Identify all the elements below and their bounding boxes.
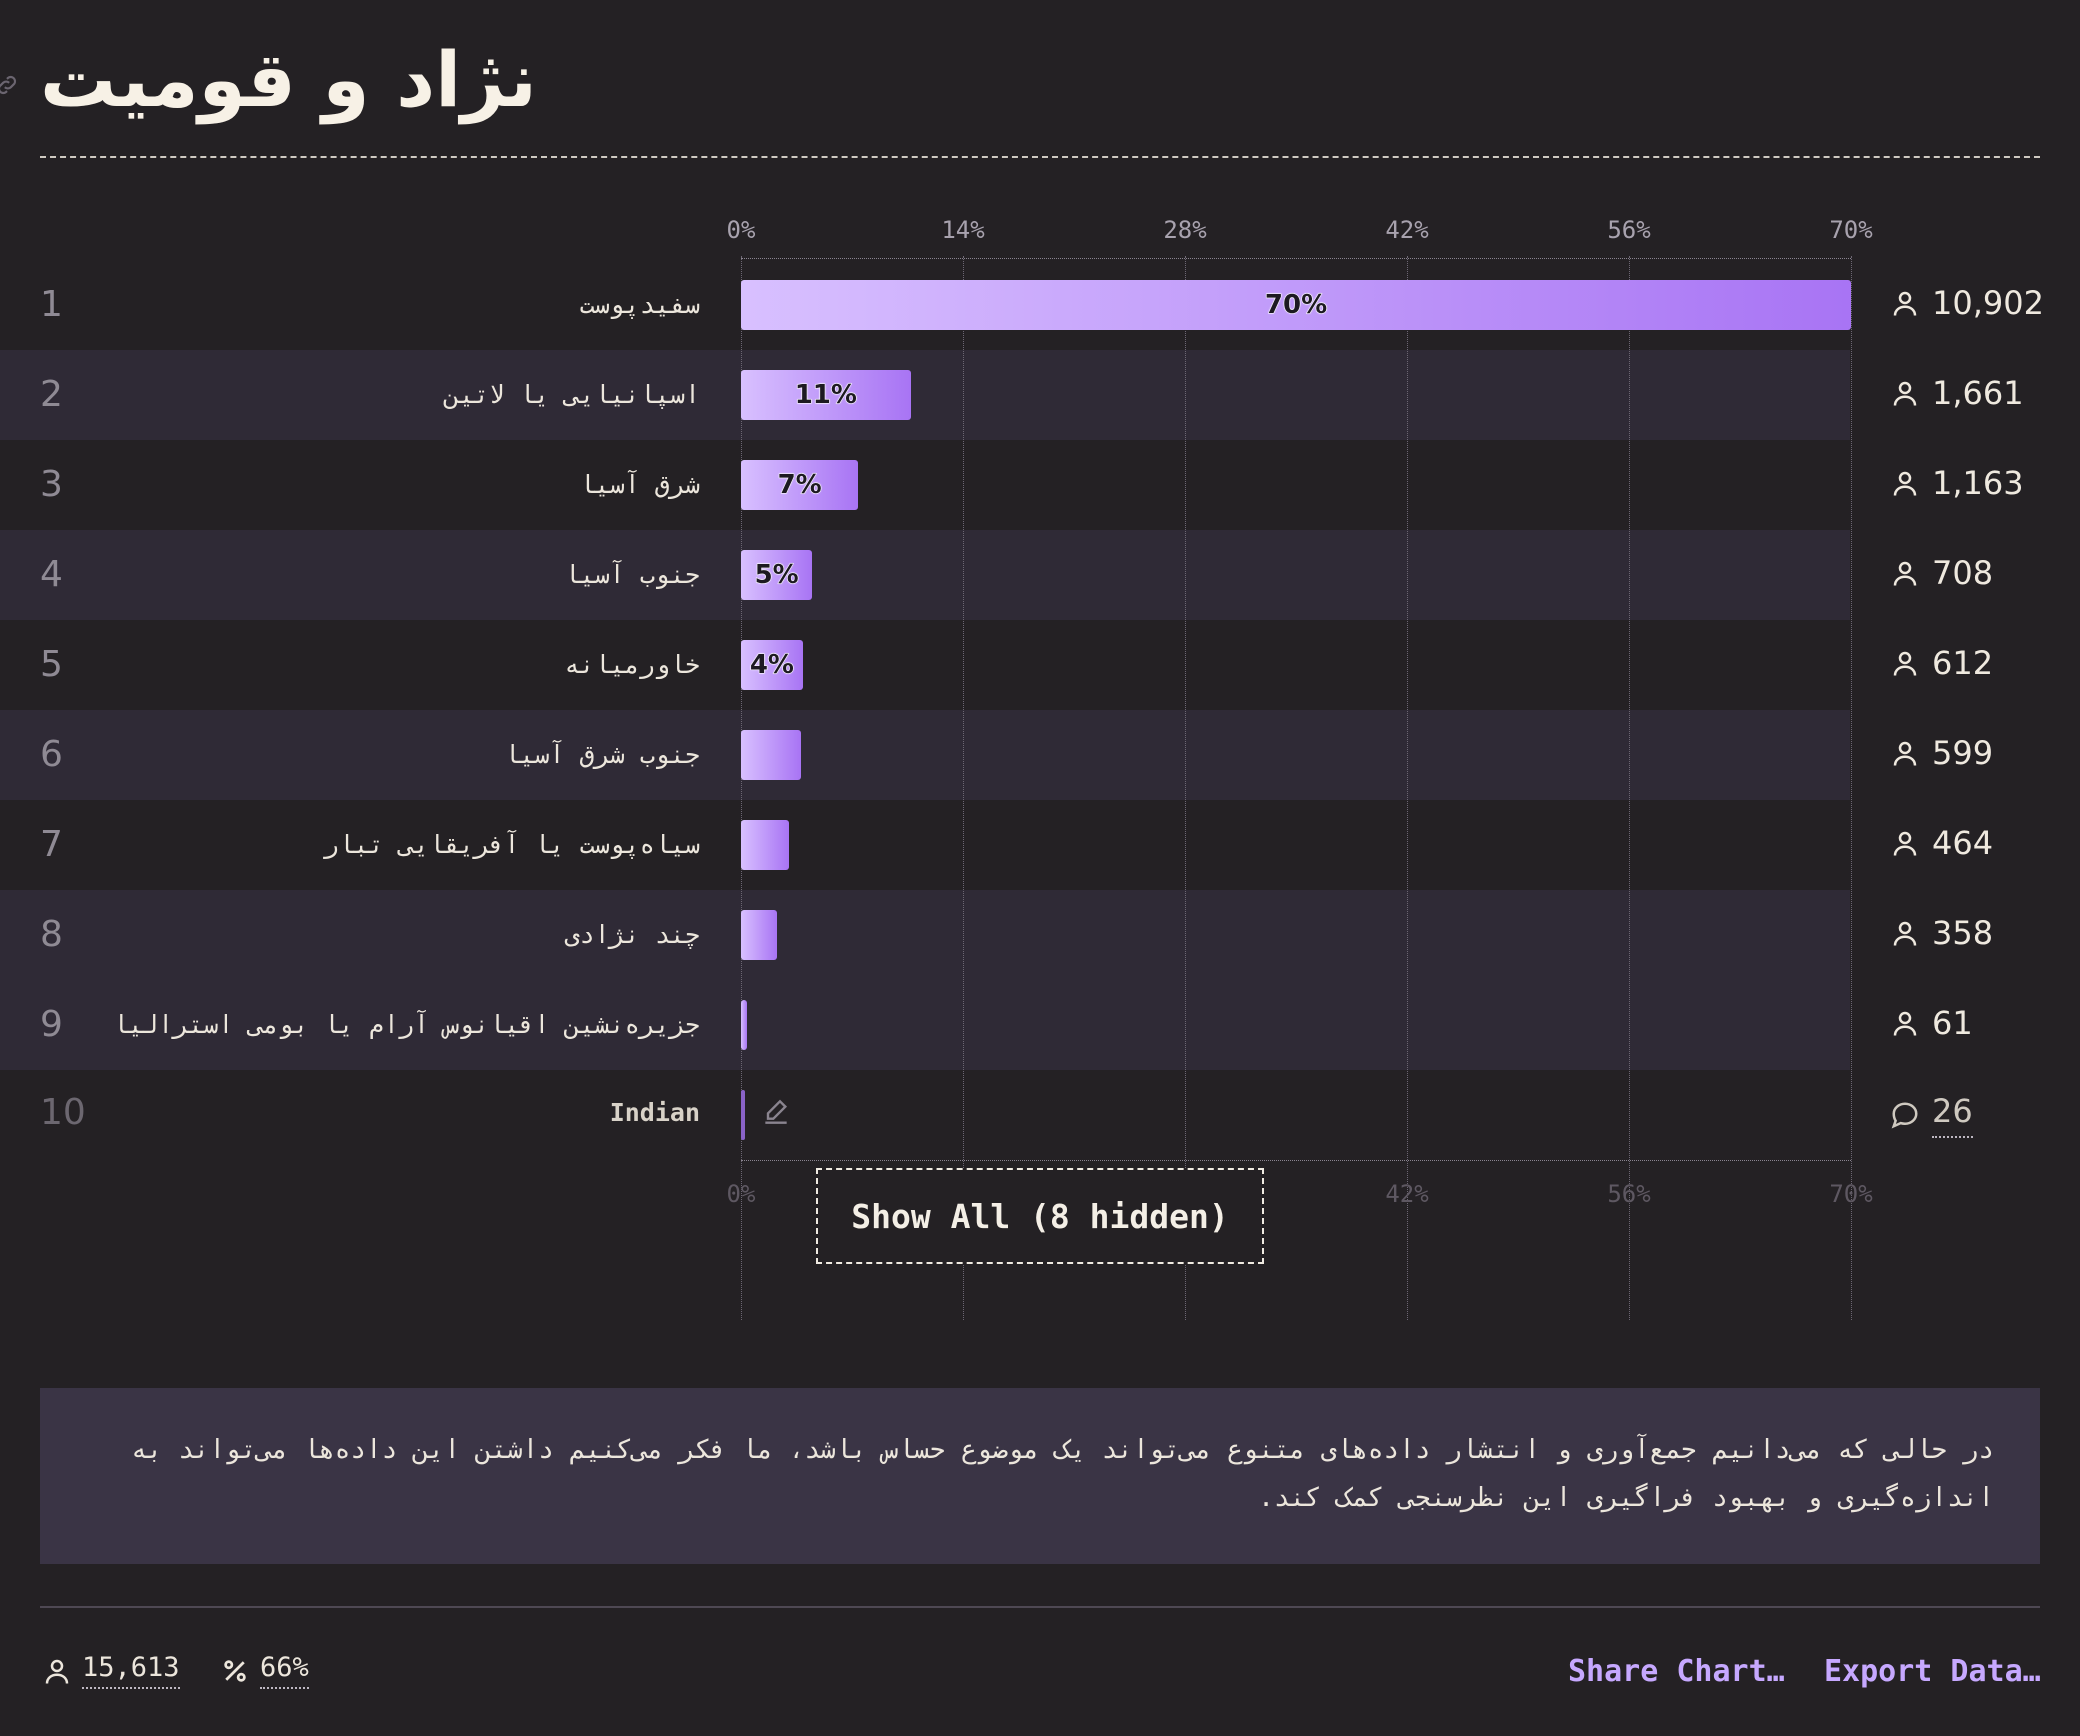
row-label: جزیره‌نشین اقیانوس آرام یا بومی استرالیا	[113, 1010, 700, 1039]
row-count: 1,163	[1890, 464, 2024, 502]
bar[interactable]	[741, 1090, 745, 1140]
person-icon	[1893, 1011, 1917, 1036]
person-icon	[1893, 831, 1917, 856]
bar[interactable]: 4%	[741, 640, 803, 690]
percent-icon	[224, 1659, 246, 1682]
row-count: 358	[1890, 914, 1993, 952]
row-count: 599	[1890, 734, 1993, 772]
axis-line-bottom	[741, 1160, 1851, 1161]
edit-icon[interactable]	[760, 1096, 792, 1128]
bar-value-label: 7%	[777, 470, 822, 501]
person-icon	[1893, 651, 1917, 676]
axis-tick-label: 70%	[1829, 216, 1873, 244]
person-icon	[45, 1659, 69, 1684]
axis-line-top	[741, 258, 1851, 259]
respondents-value: 15,613	[82, 1652, 180, 1689]
row-label: جنوب آسیا	[564, 560, 700, 589]
row-label: چند نژادی	[564, 920, 700, 949]
axis-tick-label: 0%	[726, 1180, 756, 1208]
bar[interactable]: 70%	[741, 280, 1851, 330]
row-label: Indian	[609, 1098, 700, 1127]
percent-stat: 66%	[220, 1652, 309, 1689]
axis-tick-label: 56%	[1607, 216, 1651, 244]
row-count: 61	[1890, 1004, 1973, 1042]
bar-value-label: 5%	[754, 560, 799, 591]
bar-value-label: 11%	[794, 380, 857, 411]
row-count: 612	[1890, 644, 1993, 682]
percent-value: 66%	[260, 1652, 309, 1689]
row-count: 10,902	[1890, 284, 2044, 322]
bar[interactable]	[741, 1000, 748, 1050]
bar[interactable]: 11%	[741, 370, 911, 420]
person-icon	[1893, 741, 1917, 766]
bar[interactable]: 7%	[741, 460, 859, 510]
row-label: خاورمیانه	[564, 650, 700, 679]
show-all-button[interactable]: Show All (8 hidden)	[816, 1168, 1264, 1264]
bar-chart: 0% 14% 28% 42% 56% 70% 0% 14% 28% 42% 56…	[0, 200, 2080, 1320]
axis-tick-label: 56%	[1607, 1180, 1651, 1208]
row-count[interactable]: 26	[1890, 1092, 1973, 1138]
axis-tick-label: 28%	[1163, 216, 1207, 244]
axis-tick-label: 14%	[941, 216, 985, 244]
row-label: جنوب شرق آسیا	[504, 740, 700, 769]
axis-tick-label: 70%	[1829, 1180, 1873, 1208]
row-label: اسپانیایی یا لاتین	[444, 380, 700, 409]
bar[interactable]	[741, 820, 789, 870]
bar[interactable]	[741, 730, 802, 780]
link-icon[interactable]	[0, 72, 20, 98]
export-data-button[interactable]: Export Data…	[1824, 1654, 2041, 1689]
row-label[interactable]: سیاه‌پوست یا آفریقایی تبار	[60, 830, 700, 859]
row-label: شرق آسیا	[579, 470, 700, 499]
row-count: 1,661	[1890, 374, 2024, 412]
row-label: سفیدپوست	[579, 290, 700, 319]
title-divider	[40, 156, 2040, 158]
page-title: نژاد و قومیت	[40, 35, 537, 124]
axis-tick-label: 42%	[1385, 216, 1429, 244]
row-count: 464	[1890, 824, 1993, 862]
info-note: در حالی که می‌دانیم جمع‌آوری و انتشار دا…	[40, 1388, 2040, 1564]
person-icon	[1893, 921, 1917, 946]
footer-divider	[40, 1606, 2040, 1608]
axis-tick-label: 0%	[726, 216, 756, 244]
person-icon	[1893, 381, 1917, 406]
bar-value-label: 4%	[749, 650, 794, 681]
bar[interactable]: 5%	[741, 550, 813, 600]
person-icon	[1893, 561, 1917, 586]
bar[interactable]	[741, 910, 778, 960]
axis-tick-label: 42%	[1385, 1180, 1429, 1208]
comment-icon	[1891, 1102, 1918, 1129]
respondents-stat: 15,613	[42, 1652, 180, 1689]
bar-value-label: 70%	[1264, 290, 1328, 321]
grid-line	[1851, 256, 1852, 1320]
row-count: 708	[1890, 554, 1993, 592]
share-chart-button[interactable]: Share Chart…	[1568, 1654, 1785, 1689]
person-icon	[1893, 471, 1917, 496]
person-icon	[1893, 291, 1917, 316]
